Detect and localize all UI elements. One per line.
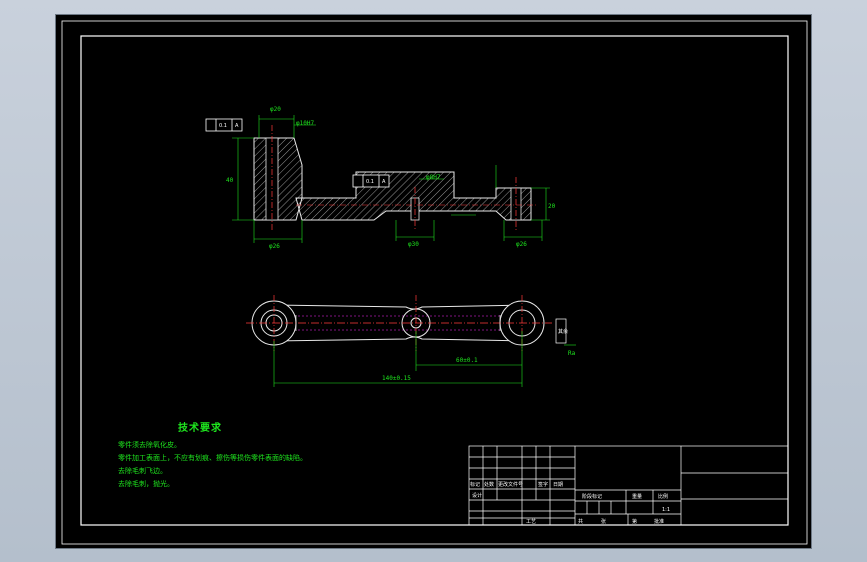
tb-weight: 重量	[632, 493, 642, 500]
dim-left-height: 40	[226, 177, 234, 184]
dim-right-bottom: φ26	[516, 241, 527, 248]
tb-page: 第	[632, 518, 637, 525]
side-label-box: 其余	[555, 318, 568, 344]
roughness-symbol: Ra	[568, 350, 576, 357]
inner-frame	[80, 35, 789, 526]
tb-sheet: 共	[578, 518, 583, 525]
tech-item-4: 去除毛刺，抛光。	[118, 480, 174, 488]
dim-mid-hole: φ8H7	[426, 174, 441, 181]
tech-item-2: 零件加工表面上，不应有划痕、擦伤等损伤零件表面的缺陷。	[118, 454, 307, 462]
title-block-text: 标记 处数 更改文件号 签字 日期 设计 阶段标记 重量 比例 1:1 工艺 共…	[470, 481, 670, 525]
cad-drawing: φ20 φ10H7 φ26 φ30 φ8H7 φ26 20 40 0.1 A 0…	[61, 20, 808, 545]
tb-design: 设计	[472, 492, 482, 499]
tb-approve: 批准	[654, 518, 664, 525]
dim-long: 140±0.15	[382, 375, 411, 382]
tb-date: 日期	[553, 482, 563, 488]
tol-mid-value: 0.1	[366, 179, 374, 185]
tb-count: 处数	[484, 481, 494, 488]
dim-left-bottom: φ26	[269, 243, 280, 250]
dim-left-top: φ20	[270, 106, 281, 113]
tb-mark: 标记	[470, 481, 480, 488]
tolerance-frame-left: 0.1 A	[205, 118, 243, 132]
dim-right-height: 20	[548, 203, 556, 210]
dim-mid-bottom: φ30	[408, 241, 419, 248]
tol-left-value: 0.1	[219, 123, 227, 129]
tb-change-doc: 更改文件号	[498, 481, 523, 488]
outer-frame	[61, 20, 808, 545]
tb-scale-value: 1:1	[662, 507, 670, 513]
tech-item-3: 去除毛刺飞边。	[118, 467, 167, 475]
tech-requirements-title: 技术要求	[178, 423, 222, 434]
dim-short: 60±0.1	[456, 357, 478, 364]
drawing-viewport[interactable]: φ20 φ10H7 φ26 φ30 φ8H7 φ26 20 40 0.1 A 0…	[55, 14, 812, 549]
tb-process: 工艺	[526, 519, 536, 525]
tolerance-frame-mid: 0.1 A	[352, 174, 390, 188]
top-view	[246, 295, 552, 351]
dim-left-hole: φ10H7	[296, 120, 314, 127]
tb-sheet2: 张	[601, 518, 606, 525]
tb-scale: 比例	[658, 493, 668, 500]
tech-item-1: 零件须去除氧化皮。	[118, 441, 181, 449]
tol-mid-datum: A	[382, 179, 386, 185]
tol-left-datum: A	[235, 123, 239, 129]
tb-stage: 阶段标记	[582, 493, 602, 500]
side-label: 其余	[558, 328, 568, 335]
tb-sign: 签字	[538, 481, 548, 488]
front-view	[253, 125, 536, 230]
